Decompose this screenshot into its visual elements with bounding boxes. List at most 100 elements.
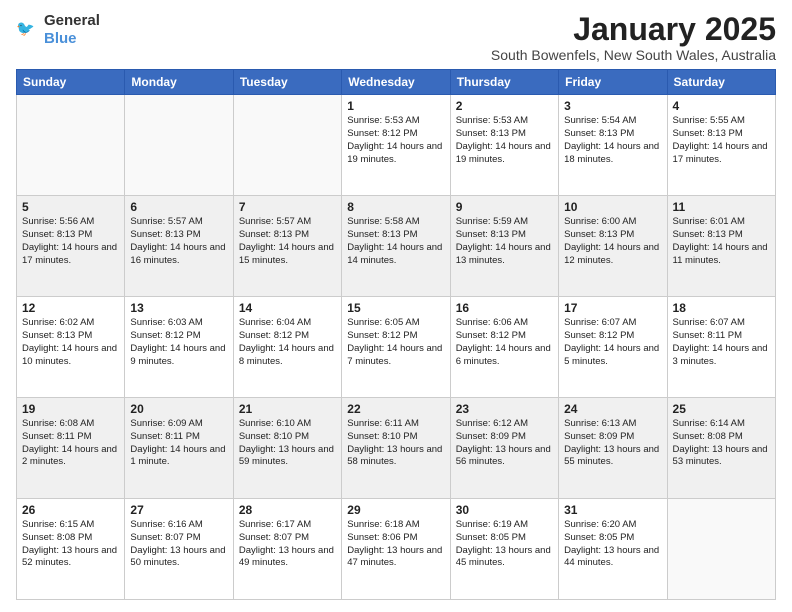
day-info-line: Daylight: 13 hours and 58 minutes. (347, 444, 444, 470)
day-info-line: Sunrise: 6:14 AM (673, 418, 770, 431)
day-info-line: Sunrise: 6:19 AM (456, 519, 553, 532)
calendar-cell: 2Sunrise: 5:53 AMSunset: 8:13 PMDaylight… (450, 95, 558, 196)
calendar-cell: 1Sunrise: 5:53 AMSunset: 8:12 PMDaylight… (342, 95, 450, 196)
day-number: 3 (564, 99, 661, 113)
day-info-line: Sunset: 8:13 PM (239, 229, 336, 242)
day-number: 19 (22, 402, 119, 416)
day-number: 24 (564, 402, 661, 416)
calendar-cell: 13Sunrise: 6:03 AMSunset: 8:12 PMDayligh… (125, 297, 233, 398)
title-block: January 2025 South Bowenfels, New South … (491, 12, 776, 63)
day-info-line: Sunrise: 6:16 AM (130, 519, 227, 532)
day-info-line: Daylight: 13 hours and 44 minutes. (564, 545, 661, 571)
day-info-line: Sunrise: 6:20 AM (564, 519, 661, 532)
day-info-line: Sunset: 8:13 PM (130, 229, 227, 242)
calendar-cell: 22 Sunrise: 6:11 AMSunset: 8:10 PMDayligh… (342, 398, 450, 499)
day-info-line: Sunrise: 6:15 AM (22, 519, 119, 532)
day-info-line: Sunset: 8:12 PM (456, 330, 553, 343)
day-number: 6 (130, 200, 227, 214)
calendar-cell: 8Sunrise: 5:58 AMSunset: 8:13 PMDaylight… (342, 196, 450, 297)
day-info-line: Sunrise: 6:07 AM (673, 317, 770, 330)
day-info-line: Sunset: 8:05 PM (564, 532, 661, 545)
day-number: 30 (456, 503, 553, 517)
day-info-line: Sunset: 8:13 PM (22, 229, 119, 242)
day-info-line: Sunset: 8:11 PM (130, 431, 227, 444)
day-info-line: Sunset: 8:06 PM (347, 532, 444, 545)
day-info-line: Daylight: 13 hours and 52 minutes. (22, 545, 119, 571)
day-info-line: Sunset: 8:08 PM (673, 431, 770, 444)
calendar-cell: 18Sunrise: 6:07 AMSunset: 8:11 PMDayligh… (667, 297, 775, 398)
day-number: 21 (239, 402, 336, 416)
day-number: 22 (347, 402, 444, 416)
day-info-line: Sunrise: 6:04 AM (239, 317, 336, 330)
calendar-cell: 7Sunrise: 5:57 AMSunset: 8:13 PMDaylight… (233, 196, 341, 297)
calendar-cell: 24 Sunrise: 6:13 AMSunset: 8:09 PMDayligh… (559, 398, 667, 499)
day-info-line: Daylight: 13 hours and 56 minutes. (456, 444, 553, 470)
day-info-line: Sunrise: 5:53 AM (347, 115, 444, 128)
day-info-line: Sunrise: 6:00 AM (564, 216, 661, 229)
day-info-line: Sunset: 8:11 PM (22, 431, 119, 444)
day-info-line: Sunset: 8:05 PM (456, 532, 553, 545)
day-number: 29 (347, 503, 444, 517)
day-number: 1 (347, 99, 444, 113)
day-info-line: Sunrise: 5:59 AM (456, 216, 553, 229)
day-number: 2 (456, 99, 553, 113)
weekday-header-row: SundayMondayTuesdayWednesdayThursdayFrid… (17, 70, 776, 95)
day-info-line: Daylight: 14 hours and 7 minutes. (347, 343, 444, 369)
weekday-header-saturday: Saturday (667, 70, 775, 95)
day-info-line: Daylight: 13 hours and 45 minutes. (456, 545, 553, 571)
location-title: South Bowenfels, New South Wales, Austra… (491, 47, 776, 63)
day-info-line: Daylight: 14 hours and 8 minutes. (239, 343, 336, 369)
day-info-line: Sunset: 8:13 PM (347, 229, 444, 242)
weekday-header-wednesday: Wednesday (342, 70, 450, 95)
day-info-line: Sunrise: 6:11 AM (347, 418, 444, 431)
day-number: 4 (673, 99, 770, 113)
logo-general: General (44, 12, 100, 29)
day-info-line: Sunset: 8:13 PM (673, 229, 770, 242)
day-info-line: Sunrise: 6:10 AM (239, 418, 336, 431)
day-info-line: Sunrise: 6:13 AM (564, 418, 661, 431)
month-title: January 2025 (491, 12, 776, 47)
calendar-week-row: 26Sunrise: 6:15 AMSunset: 8:08 PMDayligh… (17, 499, 776, 600)
logo: 🐦 General Blue (16, 12, 100, 48)
day-info-line: Daylight: 14 hours and 17 minutes. (22, 242, 119, 268)
calendar-cell: 21Sunrise: 6:10 AMSunset: 8:10 PMDayligh… (233, 398, 341, 499)
calendar-cell: 25 Sunrise: 6:14 AMSunset: 8:08 PMDayligh… (667, 398, 775, 499)
day-number: 31 (564, 503, 661, 517)
day-info-line: Daylight: 13 hours and 55 minutes. (564, 444, 661, 470)
day-info-line: Sunset: 8:09 PM (456, 431, 553, 444)
day-info-line: Sunset: 8:12 PM (347, 128, 444, 141)
day-number: 13 (130, 301, 227, 315)
day-number: 25 (673, 402, 770, 416)
day-number: 18 (673, 301, 770, 315)
day-info-line: Daylight: 14 hours and 10 minutes. (22, 343, 119, 369)
calendar-cell: 19Sunrise: 6:08 AMSunset: 8:11 PMDayligh… (17, 398, 125, 499)
day-number: 15 (347, 301, 444, 315)
day-number: 11 (673, 200, 770, 214)
day-info-line: Sunset: 8:10 PM (347, 431, 444, 444)
day-info-line: Sunrise: 6:07 AM (564, 317, 661, 330)
calendar-week-row: 19Sunrise: 6:08 AMSunset: 8:11 PMDayligh… (17, 398, 776, 499)
calendar-cell: 30 Sunrise: 6:19 AMSunset: 8:05 PMDayligh… (450, 499, 558, 600)
day-info-line: Sunrise: 6:17 AM (239, 519, 336, 532)
day-info-line: Daylight: 13 hours and 53 minutes. (673, 444, 770, 470)
day-info-line: Sunrise: 5:58 AM (347, 216, 444, 229)
day-info-line: Sunset: 8:09 PM (564, 431, 661, 444)
day-number: 16 (456, 301, 553, 315)
day-info-line: Sunset: 8:13 PM (564, 229, 661, 242)
day-info-line: Sunset: 8:12 PM (130, 330, 227, 343)
header: 🐦 General Blue January 2025 South Bowenf… (16, 12, 776, 63)
day-info-line: Sunset: 8:12 PM (564, 330, 661, 343)
day-info-line: Sunset: 8:13 PM (22, 330, 119, 343)
calendar-cell: 10Sunrise: 6:00 AMSunset: 8:13 PMDayligh… (559, 196, 667, 297)
weekday-header-sunday: Sunday (17, 70, 125, 95)
day-info-line: Sunrise: 6:03 AM (130, 317, 227, 330)
day-number: 17 (564, 301, 661, 315)
day-info-line: Sunset: 8:07 PM (130, 532, 227, 545)
logo-icon: 🐦 (16, 20, 40, 40)
calendar-cell: 5Sunrise: 5:56 AMSunset: 8:13 PMDaylight… (17, 196, 125, 297)
weekday-header-thursday: Thursday (450, 70, 558, 95)
day-info-line: Sunrise: 5:54 AM (564, 115, 661, 128)
page: 🐦 General Blue January 2025 South Bowenf… (0, 0, 792, 612)
day-info-line: Daylight: 14 hours and 12 minutes. (564, 242, 661, 268)
day-info-line: Sunset: 8:13 PM (456, 229, 553, 242)
